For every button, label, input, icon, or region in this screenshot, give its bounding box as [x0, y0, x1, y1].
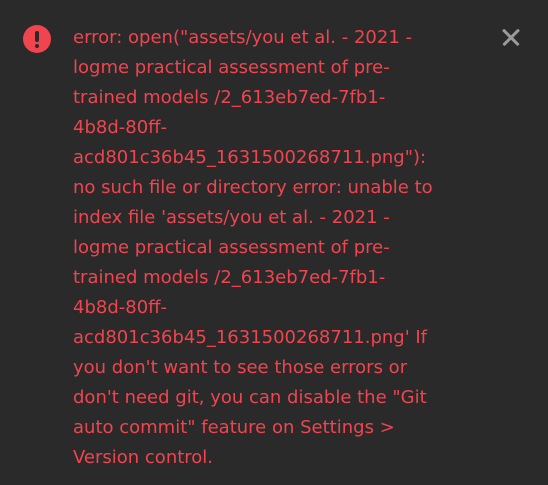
exclamation-bar: [35, 31, 39, 42]
exclamation-dot: [35, 44, 39, 48]
error-message: error: open("assets/you et al. - 2021 - …: [73, 27, 433, 468]
close-button[interactable]: [497, 24, 525, 52]
error-notification: error: open("assets/you et al. - 2021 - …: [0, 0, 548, 485]
exclamation-circle-icon: [23, 25, 51, 53]
